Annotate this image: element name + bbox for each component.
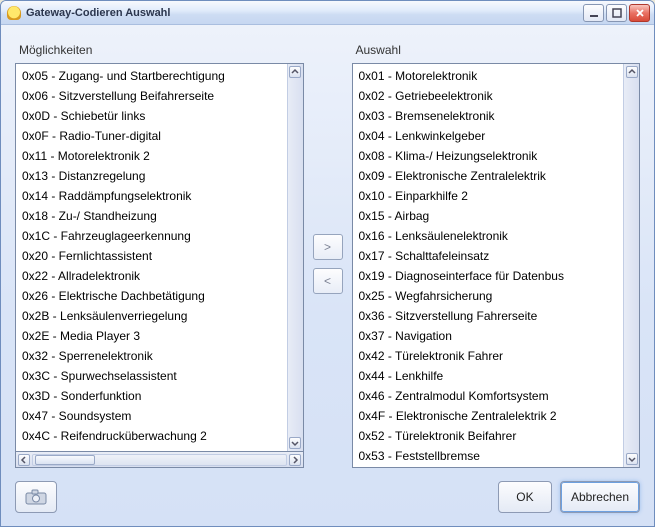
list-item[interactable]: 0x3D - Sonderfunktion: [16, 386, 287, 406]
list-item[interactable]: 0x25 - Wegfahrsicherung: [353, 286, 624, 306]
available-listbox[interactable]: 0x05 - Zugang- und Startberechtigung0x06…: [15, 63, 304, 452]
list-item[interactable]: 0x53 - Feststellbremse: [353, 446, 624, 466]
list-item[interactable]: 0x44 - Lenkhilfe: [353, 366, 624, 386]
list-item[interactable]: 0x52 - Türelektronik Beifahrer: [353, 426, 624, 446]
selected-listbox[interactable]: 0x01 - Motorelektronik0x02 - Getriebeele…: [352, 63, 641, 468]
dual-list-panel: Möglichkeiten 0x05 - Zugang- und Startbe…: [15, 39, 640, 468]
list-item[interactable]: 0x0F - Radio-Tuner-digital: [16, 126, 287, 146]
window-title: Gateway-Codieren Auswahl: [26, 7, 170, 19]
list-item[interactable]: 0x42 - Türelektronik Fahrer: [353, 346, 624, 366]
list-item[interactable]: 0x19 - Diagnoseinterface für Datenbus: [353, 266, 624, 286]
close-icon: [635, 8, 645, 18]
scroll-thumb[interactable]: [35, 455, 95, 465]
list-item[interactable]: 0x14 - Raddämpfungselektronik: [16, 186, 287, 206]
available-label: Möglichkeiten: [19, 43, 304, 57]
scroll-track[interactable]: [288, 78, 303, 437]
list-item[interactable]: 0x20 - Fernlichtassistent: [16, 246, 287, 266]
available-vscrollbar[interactable]: [287, 64, 303, 451]
selected-list-viewport: 0x01 - Motorelektronik0x02 - Getriebeele…: [353, 64, 624, 467]
transfer-buttons: > <: [304, 39, 352, 468]
list-item[interactable]: 0x09 - Elektronische Zentralelektrik: [353, 166, 624, 186]
available-column: Möglichkeiten 0x05 - Zugang- und Startbe…: [15, 39, 304, 468]
list-item[interactable]: 0x01 - Motorelektronik: [353, 66, 624, 86]
list-item[interactable]: 0x3C - Spurwechselassistent: [16, 366, 287, 386]
content-area: Möglichkeiten 0x05 - Zugang- und Startbe…: [1, 25, 654, 526]
scroll-up-icon[interactable]: [626, 66, 638, 78]
list-item[interactable]: 0x37 - Navigation: [353, 326, 624, 346]
list-item[interactable]: 0x16 - Lenksäulenelektronik: [353, 226, 624, 246]
list-item[interactable]: 0x32 - Sperrenelektronik: [16, 346, 287, 366]
list-item[interactable]: 0x4C - Reifendrucküberwachung 2: [16, 426, 287, 446]
list-item[interactable]: 0x26 - Elektrische Dachbetätigung: [16, 286, 287, 306]
move-left-button[interactable]: <: [313, 268, 343, 294]
list-item[interactable]: 0x4F - Elektronische Zentralelektrik 2: [353, 406, 624, 426]
scroll-track[interactable]: [32, 454, 287, 466]
titlebar: Gateway-Codieren Auswahl: [1, 1, 654, 25]
list-item[interactable]: 0x46 - Zentralmodul Komfortsystem: [353, 386, 624, 406]
scroll-down-icon[interactable]: [289, 437, 301, 449]
cancel-button[interactable]: Abbrechen: [560, 481, 640, 513]
list-item[interactable]: 0x2B - Lenksäulenverriegelung: [16, 306, 287, 326]
scroll-left-icon[interactable]: [18, 454, 30, 466]
scroll-up-icon[interactable]: [289, 66, 301, 78]
list-item[interactable]: 0x0D - Schiebetür links: [16, 106, 287, 126]
available-hscrollbar[interactable]: [15, 452, 304, 468]
scroll-track[interactable]: [624, 78, 639, 453]
screenshot-button[interactable]: [15, 481, 57, 513]
list-item[interactable]: 0x22 - Allradelektronik: [16, 266, 287, 286]
ok-button[interactable]: OK: [498, 481, 552, 513]
scroll-right-icon[interactable]: [289, 454, 301, 466]
list-item[interactable]: 0x11 - Motorelektronik 2: [16, 146, 287, 166]
list-item[interactable]: 0x02 - Getriebeelektronik: [353, 86, 624, 106]
minimize-icon: [589, 8, 599, 18]
list-item[interactable]: 0x04 - Lenkwinkelgeber: [353, 126, 624, 146]
selected-vscrollbar[interactable]: [623, 64, 639, 467]
camera-icon: [25, 489, 47, 505]
list-item[interactable]: 0x05 - Zugang- und Startberechtigung: [16, 66, 287, 86]
dialog-buttons: OK Abbrechen: [498, 481, 640, 513]
bottom-bar: OK Abbrechen: [15, 468, 640, 516]
list-item[interactable]: 0x06 - Sitzverstellung Beifahrerseite: [16, 86, 287, 106]
window: Gateway-Codieren Auswahl Möglichkeiten 0…: [0, 0, 655, 527]
available-list-viewport: 0x05 - Zugang- und Startberechtigung0x06…: [16, 64, 287, 451]
list-item[interactable]: 0x15 - Airbag: [353, 206, 624, 226]
minimize-button[interactable]: [583, 4, 604, 22]
list-item[interactable]: 0x47 - Soundsystem: [16, 406, 287, 426]
list-item[interactable]: 0x10 - Einparkhilfe 2: [353, 186, 624, 206]
list-item[interactable]: 0x36 - Sitzverstellung Fahrerseite: [353, 306, 624, 326]
move-right-button[interactable]: >: [313, 234, 343, 260]
list-item[interactable]: 0x08 - Klima-/ Heizungselektronik: [353, 146, 624, 166]
selected-column: Auswahl 0x01 - Motorelektronik0x02 - Get…: [352, 39, 641, 468]
list-item[interactable]: 0x2E - Media Player 3: [16, 326, 287, 346]
maximize-button[interactable]: [606, 4, 627, 22]
close-button[interactable]: [629, 4, 650, 22]
maximize-icon: [612, 8, 622, 18]
list-item[interactable]: 0x18 - Zu-/ Standheizung: [16, 206, 287, 226]
list-item[interactable]: 0x13 - Distanzregelung: [16, 166, 287, 186]
list-item[interactable]: 0x17 - Schalttafeleinsatz: [353, 246, 624, 266]
app-icon: [7, 6, 21, 20]
scroll-down-icon[interactable]: [626, 453, 638, 465]
list-item[interactable]: 0x03 - Bremsenelektronik: [353, 106, 624, 126]
list-item[interactable]: 0x1C - Fahrzeuglageerkennung: [16, 226, 287, 246]
selected-label: Auswahl: [356, 43, 641, 57]
